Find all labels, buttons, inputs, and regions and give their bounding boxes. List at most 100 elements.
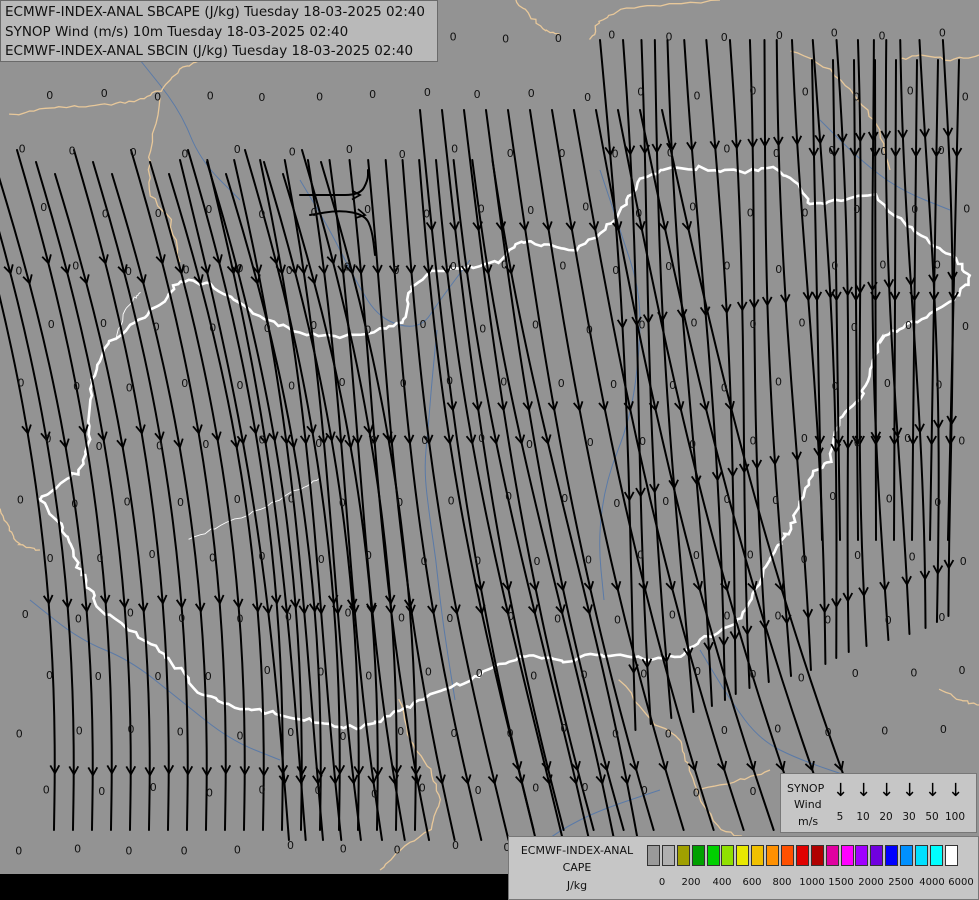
cape-value-label: 0 [502,33,509,46]
cape-value-label: 0 [340,842,347,855]
cape-value-label: 0 [475,784,482,797]
cape-value-label: 0 [829,490,836,503]
cape-value-label: 0 [879,29,886,42]
cape-color-scale [647,845,960,866]
cape-value-label: 0 [476,667,483,680]
cape-value-label: 0 [939,27,946,40]
cape-value-label: 0 [183,264,190,277]
cape-color-swatch [676,845,690,866]
cape-value-label: 0 [18,376,25,389]
cape-value-label: 0 [101,87,108,100]
cape-value-label: 0 [40,201,47,214]
cape-color-swatch [795,845,809,866]
cape-value-label: 0 [177,726,184,739]
cape-value-label: 0 [532,319,539,332]
cape-value-label: 0 [474,555,481,568]
cape-value-label: 0 [963,203,970,216]
cape-value-label: 0 [938,611,945,624]
cape-value-label: 0 [669,609,676,622]
wind-legend-arrow-icon: ↓ [833,780,849,801]
cape-value-label: 0 [962,320,969,333]
cape-value-label: 0 [237,613,244,626]
cape-value-label: 0 [399,148,406,161]
cape-value-label: 0 [209,322,216,335]
cape-value-label: 0 [724,259,731,272]
cape-value-label: 0 [155,207,162,220]
cape-color-swatch [721,845,735,866]
cape-value-label: 0 [421,555,428,568]
cape-legend-unit: J/kg [566,879,588,892]
wind-legend-speed: 10 [856,811,870,823]
wind-legend-speed: 30 [902,811,916,823]
cape-value-label: 0 [879,258,886,271]
cape-value-label: 0 [881,725,888,738]
cape-value-label: 0 [962,91,969,104]
cape-value-label: 0 [911,203,918,216]
cape-value-label: 0 [423,207,430,220]
cape-value-label: 0 [207,89,214,102]
cape-value-label: 0 [202,438,209,451]
cape-value-label: 0 [774,722,781,735]
cape-value-label: 0 [853,91,860,104]
cape-value-label: 0 [237,379,244,392]
map-title-box: ECMWF-INDEX-ANAL SBCAPE (J/kg) Tuesday 1… [0,0,438,62]
cape-value-label: 0 [854,436,861,449]
cape-value-label: 0 [693,787,700,800]
cape-value-label: 0 [724,610,731,623]
cape-value-label: 0 [721,31,728,44]
cape-value-label: 0 [205,203,212,216]
cape-value-label: 0 [612,727,619,740]
cape-color-swatch [706,845,720,866]
cape-value-label: 0 [264,322,271,335]
cape-value-label: 0 [665,727,672,740]
cape-value-label: 0 [370,434,377,447]
cape-value-label: 0 [669,379,676,392]
cape-value-label: 0 [371,787,378,800]
cape-color-swatch [766,845,780,866]
cape-value-label: 0 [641,784,648,797]
cape-value-label: 0 [315,437,322,450]
cape-value-label: 0 [724,493,731,506]
cape-value-label: 0 [775,376,782,389]
cape-value-label: 0 [635,207,642,220]
wind-legend: SYNOP Wind m/s ↓ 5 ↓ 10 ↓ 20 ↓ 30 ↓ 50 ↓ 100 [780,773,977,833]
cape-color-swatch [900,845,914,866]
cape-value-label: 0 [526,438,533,451]
cape-value-label: 0 [853,203,860,216]
cape-value-label: 0 [938,144,945,157]
cape-color-swatch [885,845,899,866]
cape-value-label: 0 [776,29,783,42]
cape-color-swatch [855,845,869,866]
cape-value-label: 0 [446,612,453,625]
cape-value-label: 0 [667,147,674,160]
cape-value-label: 0 [316,91,323,104]
cape-value-label: 0 [507,147,514,160]
cape-value-label: 0 [288,492,295,505]
cape-value-label: 0 [501,259,508,272]
wind-legend-arrow-icon: ↓ [856,780,872,801]
cape-value-label: 0 [346,143,353,156]
cape-value-label: 0 [612,148,619,161]
cape-value-label: 0 [48,318,55,331]
cape-value-label: 0 [832,380,839,393]
cape-value-label: 0 [802,85,809,98]
cape-value-label: 0 [560,722,567,735]
wind-legend-arrow-icon: ↓ [902,780,918,801]
cape-value-label: 0 [585,554,592,567]
cape-value-label: 0 [798,671,805,684]
cape-value-label: 0 [693,549,700,562]
cape-value-label: 0 [559,260,566,273]
cape-value-label: 0 [527,204,534,217]
cape-value-label: 0 [613,497,620,510]
cape-value-label: 0 [478,203,485,216]
cape-value-label: 0 [178,612,185,625]
cape-value-label: 0 [958,435,965,448]
cape-value-label: 0 [772,494,779,507]
cape-color-swatch [870,845,884,866]
cape-value-label: 0 [259,784,266,797]
cape-color-swatch [781,845,795,866]
cape-value-label: 0 [102,207,109,220]
cape-value-label: 0 [234,493,241,506]
title-sbcin: ECMWF-INDEX-ANAL SBCIN (J/kg) Tuesday 18… [5,43,414,59]
cape-value-label: 0 [450,260,457,273]
